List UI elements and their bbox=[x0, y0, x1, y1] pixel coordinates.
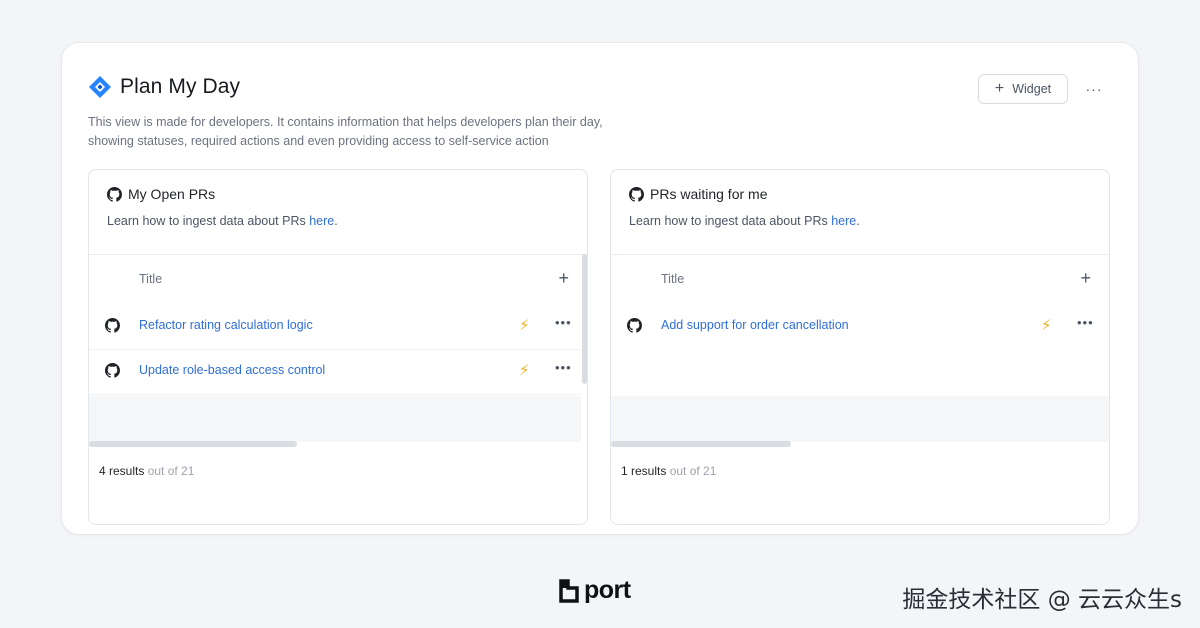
panel-title: PRs waiting for me bbox=[650, 186, 768, 202]
results-count-value: 1 results bbox=[621, 464, 667, 478]
brand-name: port bbox=[584, 576, 631, 604]
row-more-icon[interactable]: ••• bbox=[555, 360, 572, 375]
page-description: This view is made for developers. It con… bbox=[88, 115, 603, 148]
lightning-action-icon[interactable]: ⚡ bbox=[519, 361, 530, 379]
more-options-button[interactable]: ··· bbox=[1084, 79, 1104, 99]
port-logo-icon bbox=[559, 578, 579, 603]
results-total: out of 21 bbox=[147, 464, 195, 478]
results-count-value: 4 results bbox=[99, 464, 145, 478]
panel-subtitle: Learn how to ingest data about PRs here. bbox=[107, 214, 338, 228]
panel-subtitle-suffix: . bbox=[856, 214, 860, 228]
row-more-icon[interactable]: ••• bbox=[1077, 315, 1094, 330]
github-icon bbox=[629, 186, 644, 202]
panel-subtitle-text: Learn how to ingest data about PRs bbox=[107, 214, 310, 228]
row-more-icon[interactable]: ••• bbox=[555, 315, 572, 330]
watermark: 掘金技术社区 @ 云云众生s bbox=[902, 587, 1182, 613]
lightning-action-icon[interactable]: ⚡ bbox=[519, 316, 530, 334]
ingest-help-link[interactable]: here bbox=[831, 214, 856, 228]
ingest-help-link[interactable]: here bbox=[309, 214, 334, 228]
panel-subtitle-suffix: . bbox=[334, 214, 338, 228]
dashboard-card: Plan My Day This view is made for develo… bbox=[61, 42, 1139, 535]
divider bbox=[89, 254, 587, 255]
jira-diamond-icon bbox=[89, 76, 111, 98]
panel-my-open-prs: My Open PRs Learn how to ingest data abo… bbox=[88, 169, 588, 525]
horizontal-scrollbar[interactable] bbox=[611, 441, 791, 447]
page-header: Plan My Day bbox=[88, 75, 240, 99]
lightning-action-icon[interactable]: ⚡ bbox=[1041, 316, 1052, 334]
github-icon bbox=[105, 363, 120, 378]
add-column-button[interactable]: + bbox=[558, 268, 569, 288]
table-row[interactable]: Add support for order cancellation ⚡ ••• bbox=[611, 304, 1103, 348]
panel-subtitle: Learn how to ingest data about PRs here. bbox=[629, 214, 860, 228]
row-divider bbox=[89, 394, 581, 395]
divider bbox=[611, 254, 1109, 255]
results-count: 1 results out of 21 bbox=[621, 464, 716, 478]
column-header-title[interactable]: Title bbox=[139, 272, 162, 286]
pr-title-link[interactable]: Update role-based access control bbox=[139, 363, 325, 377]
panel-header: PRs waiting for me bbox=[629, 186, 767, 202]
panel-subtitle-text: Learn how to ingest data about PRs bbox=[629, 214, 832, 228]
table-row[interactable]: Refactor rating calculation logic ⚡ ••• bbox=[89, 304, 581, 348]
github-icon bbox=[107, 186, 122, 202]
panel-header: My Open PRs bbox=[107, 186, 215, 202]
add-column-button[interactable]: + bbox=[1080, 268, 1091, 288]
panel-prs-waiting-for-me: PRs waiting for me Learn how to ingest d… bbox=[610, 169, 1110, 525]
table-row[interactable]: Update role-based access control ⚡ ••• bbox=[89, 349, 581, 393]
page-title: Plan My Day bbox=[120, 75, 241, 98]
widget-button-label: Widget bbox=[1012, 82, 1052, 96]
horizontal-scrollbar[interactable] bbox=[89, 441, 297, 447]
plus-icon: + bbox=[994, 79, 1005, 97]
results-count: 4 results out of 21 bbox=[99, 464, 194, 478]
github-icon bbox=[627, 318, 642, 333]
table-empty-area bbox=[611, 396, 1109, 442]
pr-title-link[interactable]: Add support for order cancellation bbox=[661, 318, 849, 332]
add-widget-button[interactable]: + Widget bbox=[978, 74, 1068, 104]
pr-title-link[interactable]: Refactor rating calculation logic bbox=[139, 318, 313, 332]
column-header-title[interactable]: Title bbox=[661, 272, 684, 286]
vertical-scrollbar[interactable] bbox=[582, 254, 587, 384]
github-icon bbox=[105, 318, 120, 333]
panel-title: My Open PRs bbox=[128, 186, 216, 202]
table-empty-area bbox=[89, 396, 581, 442]
port-logo: port bbox=[559, 576, 631, 605]
results-total: out of 21 bbox=[669, 464, 717, 478]
